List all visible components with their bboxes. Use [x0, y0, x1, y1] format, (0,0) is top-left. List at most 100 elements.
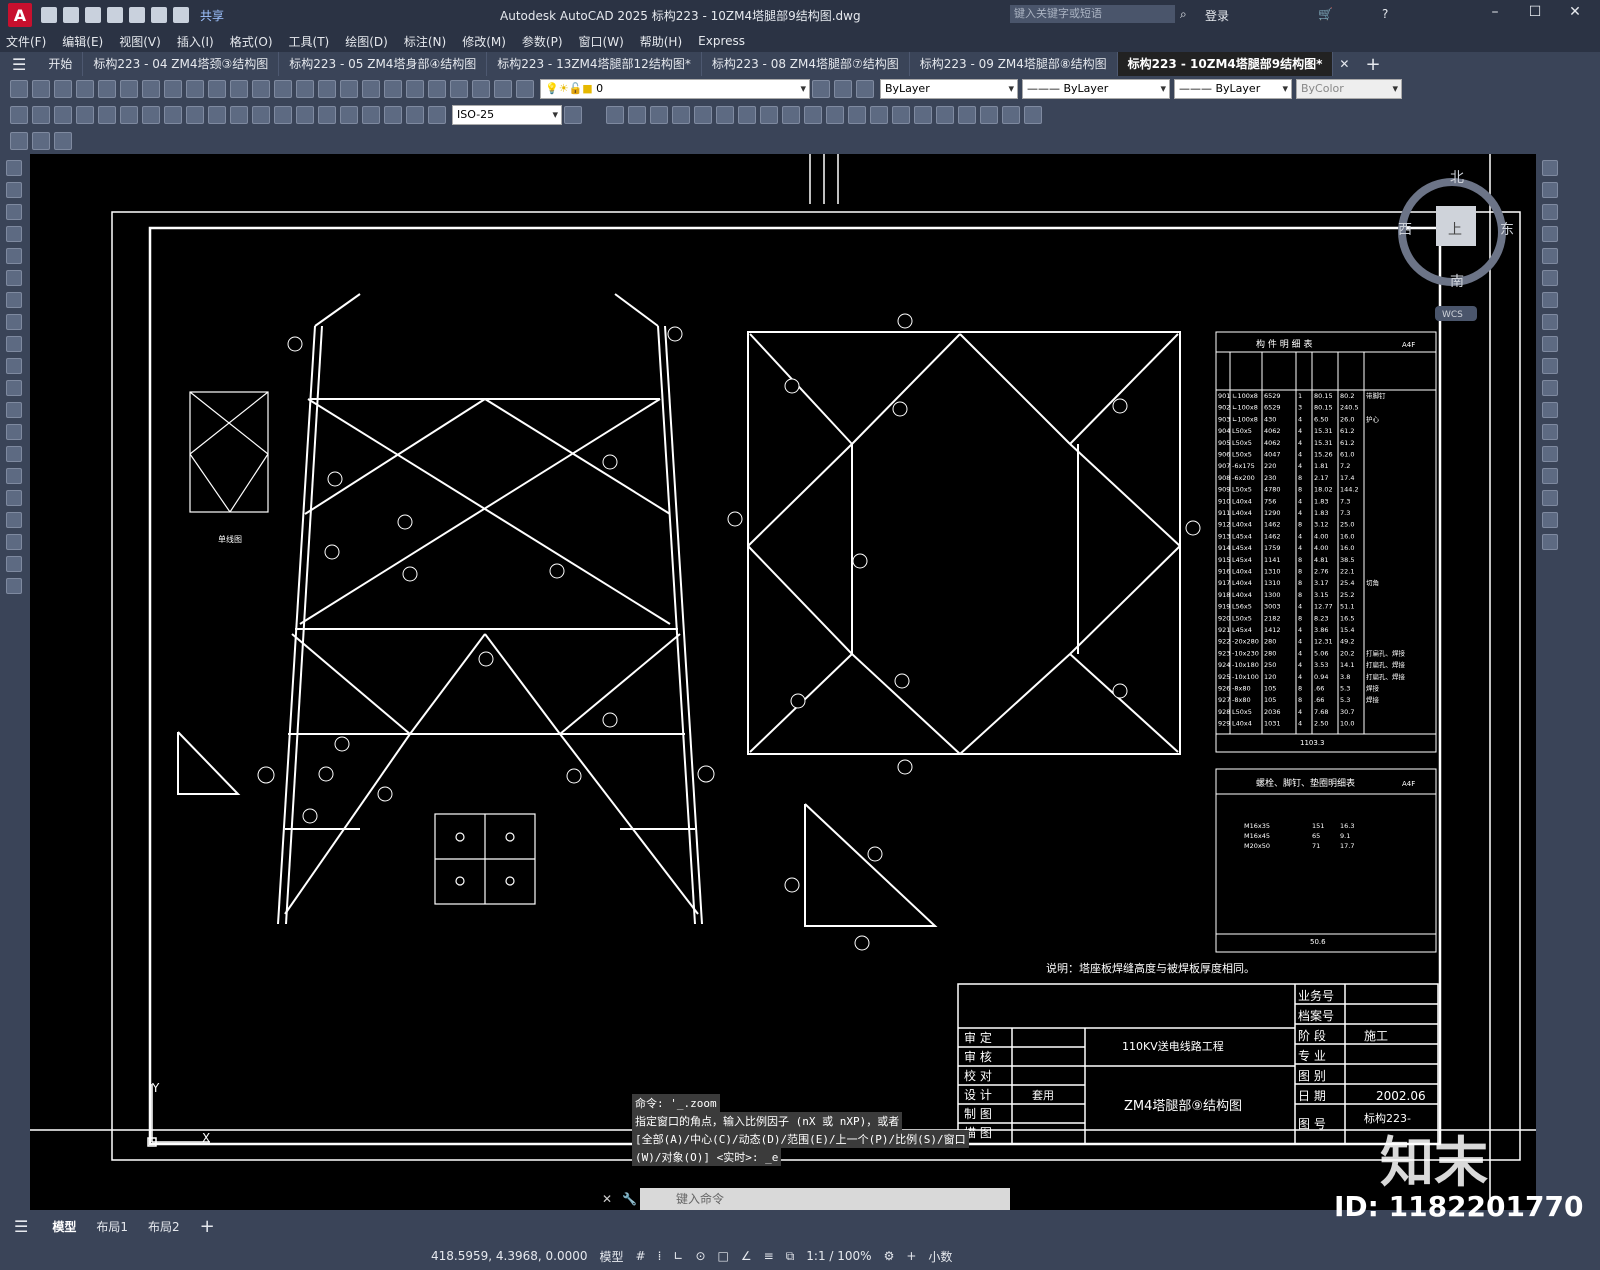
tab-file-04[interactable]: 标构223 - 04 ZM4塔颈③结构图 — [83, 52, 280, 76]
modify-stretch-icon[interactable] — [760, 106, 778, 124]
modify-scale-icon[interactable] — [738, 106, 756, 124]
drawing-canvas[interactable]: 单线图 构 件 明 细 表 A4F 901 ∟100x8 6529 1 80.1… — [30, 154, 1536, 1210]
tolerance-icon[interactable] — [296, 106, 314, 124]
properties-icon[interactable] — [362, 80, 380, 98]
mirror-icon[interactable] — [1542, 204, 1558, 220]
menu-tools[interactable]: 工具(T) — [289, 33, 330, 50]
calculator-icon[interactable] — [472, 80, 490, 98]
match-properties-icon[interactable] — [208, 80, 226, 98]
modify-offset-icon[interactable] — [672, 106, 690, 124]
preview-icon[interactable] — [98, 80, 116, 98]
grid-icon[interactable]: # — [636, 1249, 646, 1263]
menu-draw[interactable]: 绘图(D) — [345, 33, 388, 50]
new-icon[interactable] — [10, 80, 28, 98]
modify-move-icon[interactable] — [606, 106, 624, 124]
open-icon[interactable] — [32, 80, 50, 98]
model-space-toggle[interactable]: 模型 — [600, 1248, 624, 1265]
dimension-text-edit-icon[interactable] — [406, 106, 424, 124]
annotation-plus-icon[interactable]: + — [906, 1249, 916, 1263]
save-icon[interactable] — [54, 80, 72, 98]
menu-insert[interactable]: 插入(I) — [177, 33, 214, 50]
construction-line-icon[interactable] — [6, 182, 22, 198]
layer-dropdown[interactable]: 💡☀🔓■ 0 ▾ — [540, 79, 810, 99]
layer-tool-icon[interactable] — [54, 132, 72, 150]
hamburger-menu-icon[interactable]: ☰ — [12, 55, 26, 74]
menu-dimension[interactable]: 标注(N) — [404, 33, 446, 50]
modify-rotate-icon[interactable] — [716, 106, 734, 124]
menu-format[interactable]: 格式(O) — [230, 33, 273, 50]
insert-block-icon[interactable] — [6, 402, 22, 418]
menu-express[interactable]: Express — [698, 34, 745, 48]
menu-window[interactable]: 窗口(W) — [579, 33, 624, 50]
dimension-update-icon[interactable] — [428, 106, 446, 124]
gradient-icon[interactable] — [6, 490, 22, 506]
plotstyle-dropdown[interactable]: ByColor ▾ — [1296, 79, 1402, 99]
inspection-icon[interactable] — [340, 106, 358, 124]
trim-icon[interactable] — [1542, 358, 1558, 374]
otrack-icon[interactable]: ∠ — [741, 1249, 752, 1263]
draw-order-icon[interactable] — [936, 106, 954, 124]
arc-length-icon[interactable] — [54, 106, 72, 124]
command-input[interactable]: 键入命令 — [640, 1188, 1010, 1210]
lineweight-dropdown[interactable]: ——— ByLayer ▾ — [1174, 79, 1292, 99]
polar-icon[interactable]: ⊙ — [695, 1249, 705, 1263]
save-as-icon[interactable] — [107, 7, 123, 23]
array-icon[interactable] — [1542, 248, 1558, 264]
modify-join-icon[interactable] — [848, 106, 866, 124]
undo-icon[interactable] — [151, 7, 167, 23]
dimension-space-icon[interactable] — [252, 106, 270, 124]
fillet-icon[interactable] — [1542, 490, 1558, 506]
dimension-break-icon[interactable] — [274, 106, 292, 124]
aligned-dimension-icon[interactable] — [32, 106, 50, 124]
help-icon[interactable]: ? — [1382, 7, 1388, 21]
tab-file-08[interactable]: 标构223 - 08 ZM4塔腿部⑦结构图 — [702, 52, 910, 76]
point-icon[interactable] — [6, 446, 22, 462]
modify-break-icon[interactable] — [826, 106, 844, 124]
redo-icon[interactable] — [252, 80, 270, 98]
modify-extend-icon[interactable] — [804, 106, 822, 124]
revision-cloud-icon[interactable] — [6, 314, 22, 330]
baseline-icon[interactable] — [208, 106, 226, 124]
viewcube-south[interactable]: 南 — [1450, 274, 1464, 290]
color-dropdown[interactable]: ByLayer ▾ — [880, 79, 1018, 99]
linetype-dropdown[interactable]: ——— ByLayer ▾ — [1022, 79, 1170, 99]
polygon-icon[interactable] — [6, 226, 22, 242]
workspace-gear-icon[interactable]: ⚙ — [884, 1249, 895, 1263]
join-icon[interactable] — [1542, 446, 1558, 462]
tab-file-09[interactable]: 标构223 - 09 ZM4塔腿部⑧结构图 — [910, 52, 1118, 76]
break-icon[interactable] — [1542, 424, 1558, 440]
sheet-set-icon[interactable] — [428, 80, 446, 98]
maximize-button[interactable]: ☐ — [1520, 4, 1550, 20]
make-current-icon[interactable] — [812, 80, 830, 98]
spline-icon[interactable] — [6, 336, 22, 352]
new-file-icon[interactable] — [41, 7, 57, 23]
customize-icon[interactable]: 🔧 — [622, 1192, 637, 1206]
search-input[interactable]: 键入关键字或短语 — [1010, 5, 1175, 23]
scale-icon[interactable] — [1542, 314, 1558, 330]
layout-tab-1[interactable]: 布局1 — [96, 1218, 128, 1235]
menu-view[interactable]: 视图(V) — [119, 33, 161, 50]
modify-array-icon[interactable] — [694, 106, 712, 124]
hatch-back-icon[interactable] — [1024, 106, 1042, 124]
linear-dimension-icon[interactable] — [10, 106, 28, 124]
tab-start[interactable]: 开始 — [38, 52, 84, 76]
cart-icon[interactable]: 🛒 — [1318, 7, 1333, 21]
draw-order-back-icon[interactable] — [980, 106, 998, 124]
paste-icon[interactable] — [186, 80, 204, 98]
polyline-icon[interactable] — [6, 204, 22, 220]
print-icon[interactable] — [76, 80, 94, 98]
hatch-icon[interactable] — [6, 468, 22, 484]
move-icon[interactable] — [1542, 270, 1558, 286]
cut-icon[interactable] — [142, 80, 160, 98]
tab-file-10-active[interactable]: 标构223 - 10ZM4塔腿部9结构图* — [1117, 52, 1334, 76]
viewcube-north[interactable]: 北 — [1450, 170, 1464, 186]
layer-properties-icon[interactable] — [516, 80, 534, 98]
multiline-text-icon[interactable] — [6, 556, 22, 572]
menu-file[interactable]: 文件(F) — [6, 33, 46, 50]
design-center-icon[interactable] — [384, 80, 402, 98]
modify-copy-icon[interactable] — [628, 106, 646, 124]
close-button[interactable]: ✕ — [1560, 4, 1590, 20]
arc-icon[interactable] — [6, 270, 22, 286]
modify-mirror-icon[interactable] — [650, 106, 668, 124]
layer-previous-icon[interactable] — [834, 80, 852, 98]
